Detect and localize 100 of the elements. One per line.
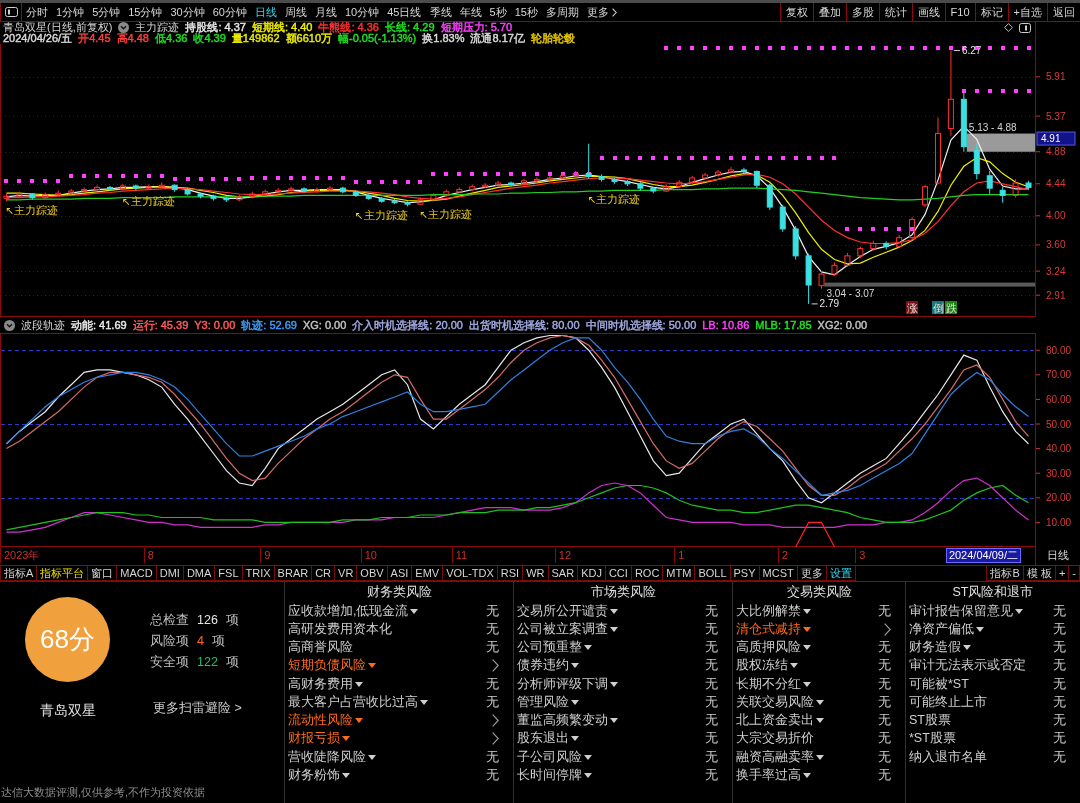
chevron-right-icon[interactable] bbox=[492, 659, 499, 673]
column-title: 财务类风险 bbox=[365, 584, 433, 601]
indicator-tab[interactable]: MCST bbox=[758, 566, 798, 581]
risk-result: 无 bbox=[878, 713, 891, 729]
risk-result: 无 bbox=[486, 603, 499, 619]
risk-item[interactable]: 高商誉风险 bbox=[288, 640, 353, 656]
risk-item[interactable]: 清仓式减持 bbox=[736, 621, 811, 637]
gap-band bbox=[966, 133, 1035, 152]
risk-item[interactable]: 财报亏损 bbox=[288, 731, 350, 747]
risk-item[interactable]: 公司预重整 bbox=[517, 640, 592, 656]
indicator-tab[interactable]: 模 板 bbox=[1022, 566, 1056, 581]
risk-result: 无 bbox=[1053, 749, 1066, 765]
indicator-tab[interactable]: 设置 bbox=[825, 566, 856, 581]
quote-field: 高4.48 bbox=[116, 33, 149, 44]
low-price-label: 2.79 bbox=[819, 298, 840, 310]
risk-item[interactable]: 可能被*ST bbox=[909, 676, 969, 692]
risk-item[interactable]: 长时间停牌 bbox=[517, 767, 592, 783]
risk-item[interactable]: 长期不分红 bbox=[736, 676, 811, 692]
risk-result: 无 bbox=[486, 676, 499, 692]
risk-item[interactable]: 审计无法表示或否定 bbox=[909, 658, 1026, 674]
chevron-down-icon[interactable] bbox=[118, 22, 130, 33]
panel-icon[interactable] bbox=[1019, 22, 1031, 33]
candlestick bbox=[249, 191, 256, 199]
risk-result: 无 bbox=[1053, 731, 1066, 747]
indicator-tab[interactable]: KDJ bbox=[577, 566, 606, 581]
risk-result: 无 bbox=[486, 767, 499, 783]
indicator-tab[interactable]: CR bbox=[311, 566, 336, 581]
risk-item[interactable]: 大宗交易折价 bbox=[736, 731, 814, 747]
risk-item[interactable]: 审计报告保留意见 bbox=[909, 603, 1023, 619]
risk-item[interactable]: ST股票 bbox=[909, 713, 951, 729]
risk-item[interactable]: 财务粉饰 bbox=[288, 767, 350, 783]
indicator-tab[interactable]: VR bbox=[334, 566, 358, 581]
risk-item[interactable]: 最大客户占营收比过高 bbox=[288, 694, 428, 710]
risk-item[interactable]: 营收陡降风险 bbox=[288, 749, 376, 765]
risk-item[interactable]: 净资产偏低 bbox=[909, 621, 984, 637]
stat-value: 126 bbox=[197, 613, 218, 628]
risk-result: 无 bbox=[486, 621, 499, 637]
trace-label: ↖主力踪迹 bbox=[587, 193, 641, 206]
indicator-tab[interactable]: 指标平台 bbox=[36, 566, 89, 581]
risk-item[interactable]: 高研发费用资本化 bbox=[288, 621, 392, 637]
indicator-tab[interactable]: MACD bbox=[116, 566, 157, 581]
candlestick bbox=[145, 184, 152, 191]
indicator-tab[interactable]: CCI bbox=[604, 566, 632, 581]
chevron-right-icon[interactable] bbox=[492, 714, 499, 728]
risk-item[interactable]: 债券违约 bbox=[517, 658, 579, 674]
indicator-tab[interactable]: FSL bbox=[214, 566, 243, 581]
legend-label: 轨迹: 52.69 bbox=[241, 319, 297, 331]
candlestick bbox=[883, 240, 890, 250]
risk-item[interactable]: 董监高频繁变动 bbox=[517, 713, 618, 729]
risk-item[interactable]: 应收款增加,低现金流 bbox=[288, 603, 419, 619]
risk-result: 无 bbox=[705, 658, 718, 674]
risk-item[interactable]: 高财务费用 bbox=[288, 676, 363, 692]
risk-item[interactable]: 可能终止上市 bbox=[909, 694, 987, 710]
indicator-tab[interactable]: 窗口 bbox=[87, 566, 118, 581]
indicator-tab[interactable]: PSY bbox=[729, 566, 760, 581]
indicator-tab[interactable]: DMI bbox=[155, 566, 184, 581]
risk-item[interactable]: 纳入退市名单 bbox=[909, 749, 987, 765]
candlestick bbox=[740, 167, 747, 175]
risk-item[interactable]: 交易所公开谴责 bbox=[517, 603, 618, 619]
indicator-tab[interactable]: WR bbox=[522, 566, 549, 581]
risk-item[interactable]: 股东退出 bbox=[517, 731, 579, 747]
risk-item[interactable]: 分析师评级下调 bbox=[517, 676, 618, 692]
indicator-tab[interactable]: - bbox=[1068, 566, 1080, 581]
candlestick bbox=[831, 261, 838, 277]
indicator-tab[interactable]: EMV bbox=[411, 566, 444, 581]
risk-item[interactable]: 北上资金卖出 bbox=[736, 713, 824, 729]
sidebar-toggle-button[interactable] bbox=[0, 3, 22, 21]
risk-item[interactable]: 子公司风险 bbox=[517, 749, 592, 765]
risk-item[interactable]: 流动性风险 bbox=[288, 713, 363, 729]
indicator-tab[interactable]: ASI bbox=[386, 566, 413, 581]
indicator-tab[interactable]: 指标B bbox=[986, 566, 1024, 581]
risk-item[interactable]: 关联交易风险 bbox=[736, 694, 824, 710]
risk-item[interactable]: 公司被立案调查 bbox=[517, 621, 618, 637]
quote-field: 换1.83% bbox=[422, 33, 465, 44]
risk-item[interactable]: 管理风险 bbox=[517, 694, 579, 710]
indicator-tab[interactable]: 更多 bbox=[796, 566, 827, 581]
chevron-right-icon[interactable] bbox=[492, 732, 499, 746]
risk-item[interactable]: 高质押风险 bbox=[736, 640, 811, 656]
indicator-tab[interactable]: TRIX bbox=[241, 566, 275, 581]
risk-item[interactable]: 大比例解禁 bbox=[736, 603, 811, 619]
candlestick bbox=[909, 216, 916, 240]
more-scan-link[interactable]: 更多扫雷避险 > bbox=[153, 701, 242, 716]
indicator-tab[interactable]: 指标A bbox=[0, 566, 38, 581]
chevron-right-icon[interactable] bbox=[884, 622, 891, 636]
risk-item[interactable]: 换手率过高 bbox=[736, 767, 811, 783]
indicator-tab[interactable]: MTM bbox=[662, 566, 696, 581]
risk-item[interactable]: 短期负债风险 bbox=[288, 658, 376, 674]
candlestick bbox=[223, 196, 230, 203]
indicator-tab[interactable]: VOL-TDX bbox=[442, 566, 498, 581]
chevron-down-icon[interactable] bbox=[4, 319, 15, 331]
indicator-tab[interactable]: OBV bbox=[356, 566, 388, 581]
risk-item[interactable]: 融资高融卖率 bbox=[736, 749, 824, 765]
risk-result: 无 bbox=[705, 640, 718, 656]
risk-item[interactable]: *ST股票 bbox=[909, 731, 956, 747]
candlestick bbox=[637, 181, 644, 191]
indicator-tab[interactable]: BOLL bbox=[694, 566, 731, 581]
candlestick bbox=[326, 185, 333, 192]
risk-item[interactable]: 财务造假 bbox=[909, 640, 971, 656]
risk-item[interactable]: 股权冻结 bbox=[736, 658, 798, 674]
diamond-icon[interactable] bbox=[1004, 23, 1013, 32]
